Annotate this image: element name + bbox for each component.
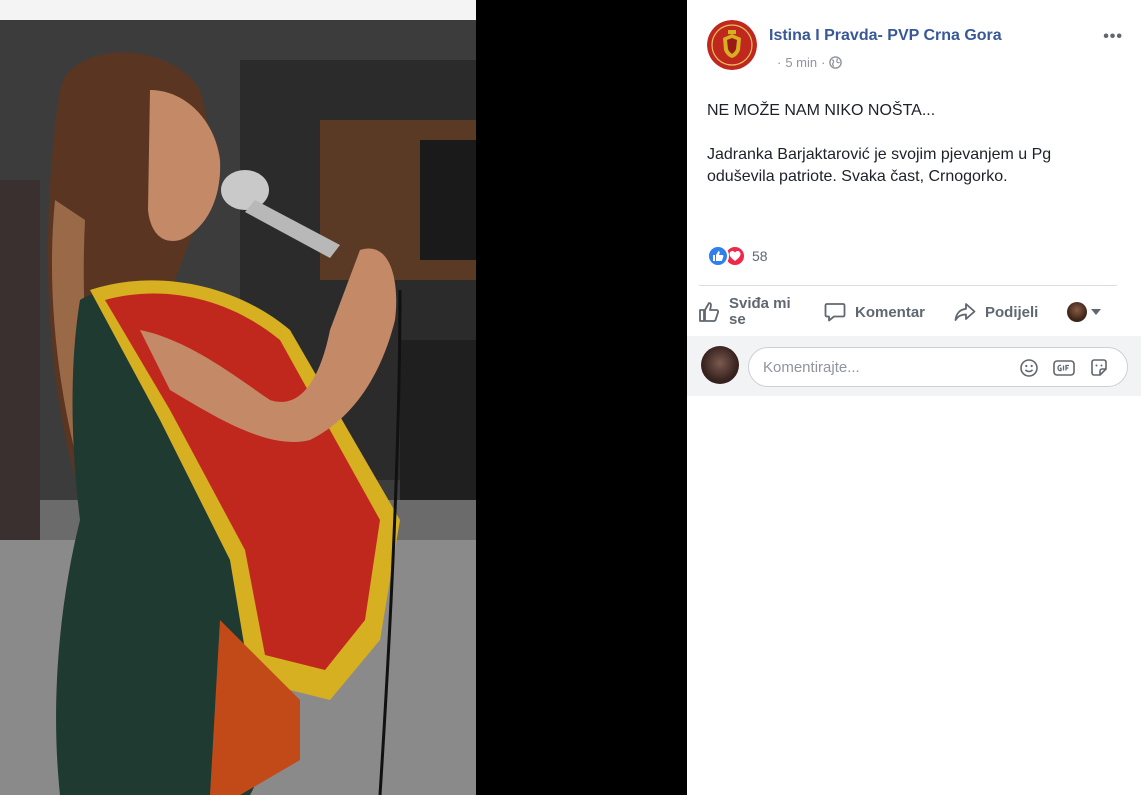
more-options-icon[interactable]: •••: [1103, 28, 1123, 46]
post-separator: ·: [777, 55, 782, 70]
post-text: NE MOŽE NAM NIKO NOŠTA... Jadranka Barja…: [707, 100, 1117, 210]
post-separator: ·: [821, 55, 826, 70]
post-time[interactable]: 5 min: [785, 55, 817, 70]
comment-input-box[interactable]: [748, 347, 1128, 387]
dark-background: [476, 0, 687, 795]
singer-photo-illustration: [0, 0, 476, 795]
reaction-count[interactable]: 58: [752, 248, 768, 264]
comment-composer: [687, 336, 1141, 396]
post-paragraph: Jadranka Barjaktarović je svojim pjevanj…: [707, 146, 1052, 185]
like-button[interactable]: Sviđa mi se: [697, 292, 801, 332]
post-actions: Sviđa mi se Komentar Podijeli: [697, 292, 1119, 332]
post-photo[interactable]: [0, 0, 476, 795]
comment-icon: [824, 303, 846, 322]
thumbs-up-icon: [699, 302, 720, 322]
photo-viewer: Istina I Pravda- PVP Crna Gora · 5 min ·…: [0, 0, 1141, 795]
reaction-summary[interactable]: 58: [707, 244, 768, 268]
gif-icon[interactable]: [1053, 358, 1075, 378]
post-paragraph: NE MOŽE NAM NIKO NOŠTA...: [707, 102, 936, 119]
share-button[interactable]: Podijeli: [953, 292, 1038, 332]
user-avatar[interactable]: [701, 346, 739, 384]
user-mini-avatar: [1067, 302, 1087, 322]
post-header: Istina I Pravda- PVP Crna Gora · 5 min ·…: [707, 20, 1127, 76]
share-arrow-icon: [954, 303, 976, 321]
globe-icon[interactable]: [829, 56, 843, 69]
audience-selector[interactable]: [1067, 292, 1101, 332]
page-name-link[interactable]: Istina I Pravda- PVP Crna Gora: [769, 27, 1002, 45]
share-button-label: Podijeli: [985, 303, 1039, 321]
comment-input[interactable]: [763, 348, 1003, 386]
divider: [699, 285, 1117, 286]
post-meta: · 5 min ·: [777, 55, 843, 70]
chevron-down-icon: [1091, 309, 1101, 315]
like-reaction-icon: [707, 245, 729, 267]
emoji-icon[interactable]: [1019, 358, 1039, 378]
comment-button[interactable]: Komentar: [823, 292, 925, 332]
post-panel: Istina I Pravda- PVP Crna Gora · 5 min ·…: [687, 0, 1141, 795]
page-avatar[interactable]: [707, 20, 757, 70]
sticker-icon[interactable]: [1089, 358, 1109, 378]
coat-of-arms-icon: [707, 20, 757, 70]
comment-button-label: Komentar: [855, 303, 926, 321]
like-button-label: Sviđa mi se: [729, 295, 791, 328]
